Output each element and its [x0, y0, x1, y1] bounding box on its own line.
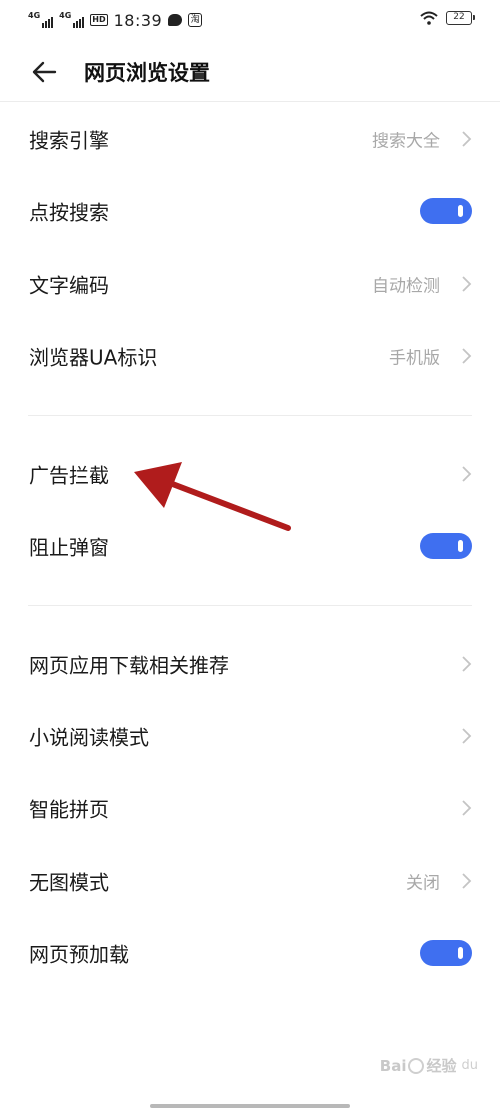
setting-label: 阻止弹窗 — [29, 535, 109, 560]
chevron-right-icon — [462, 800, 472, 816]
signal-icon: 4G — [59, 11, 85, 28]
hd-icon: HD — [90, 14, 108, 26]
tap-search-toggle[interactable] — [420, 198, 472, 224]
signal-icon: 4G — [28, 11, 54, 28]
setting-value: 搜索大全 — [372, 131, 440, 152]
chevron-right-icon — [462, 131, 472, 147]
page-title: 网页浏览设置 — [84, 61, 210, 85]
section-divider — [28, 415, 472, 416]
paw-icon — [408, 1057, 425, 1074]
setting-label: 搜索引擎 — [29, 128, 109, 153]
setting-smart-page[interactable]: 智能拼页 — [0, 772, 500, 844]
setting-search-engine[interactable]: 搜索引擎 搜索大全 — [0, 103, 500, 175]
setting-label: 小说阅读模式 — [29, 725, 149, 750]
setting-text-encoding[interactable]: 文字编码 自动检测 — [0, 248, 500, 320]
network-type-label: 4G — [28, 11, 41, 20]
watermark-brand: Bai — [379, 1056, 407, 1075]
setting-label: 点按搜索 — [29, 200, 109, 225]
setting-label: 广告拦截 — [29, 463, 109, 488]
home-indicator[interactable] — [150, 1104, 350, 1108]
setting-block-popups: 阻止弹窗 — [0, 510, 500, 582]
watermark-brand-end: 经验 — [426, 1057, 457, 1075]
setting-browser-ua[interactable]: 浏览器UA标识 手机版 — [0, 320, 500, 392]
setting-ad-block[interactable]: 广告拦截 — [0, 438, 500, 510]
chevron-right-icon — [462, 348, 472, 364]
setting-label: 网页预加载 — [29, 942, 129, 967]
chevron-right-icon — [462, 873, 472, 889]
setting-value: 关闭 — [406, 873, 440, 894]
page-header: 网页浏览设置 — [0, 46, 500, 98]
setting-preload: 网页预加载 — [0, 917, 500, 989]
setting-label: 文字编码 — [29, 273, 109, 298]
setting-value: 自动检测 — [372, 276, 440, 297]
toggle-knob — [458, 540, 463, 552]
toggle-knob — [458, 205, 463, 217]
wifi-icon — [420, 11, 438, 25]
chevron-right-icon — [462, 728, 472, 744]
setting-web-app-recommend[interactable]: 网页应用下载相关推荐 — [0, 628, 500, 700]
setting-tap-search: 点按搜索 — [0, 175, 500, 247]
back-arrow-icon[interactable] — [30, 58, 58, 86]
setting-novel-mode[interactable]: 小说阅读模式 — [0, 700, 500, 772]
section-divider — [28, 605, 472, 606]
chevron-right-icon — [462, 656, 472, 672]
status-bar: 4G 4G HD 18:39 淘 22 — [0, 0, 500, 40]
block-popups-toggle[interactable] — [420, 533, 472, 559]
watermark-sub: du — [461, 1058, 479, 1073]
setting-label: 无图模式 — [29, 870, 109, 895]
status-bar-right: 22 — [420, 11, 475, 25]
network-type-label: 4G — [59, 11, 72, 20]
status-time: 18:39 — [113, 10, 163, 30]
setting-label: 智能拼页 — [29, 797, 109, 822]
toggle-knob — [458, 947, 463, 959]
setting-value: 手机版 — [389, 348, 440, 369]
preload-toggle[interactable] — [420, 940, 472, 966]
status-bar-left: 4G 4G HD 18:39 淘 — [28, 10, 203, 30]
chevron-right-icon — [462, 466, 472, 482]
setting-label: 网页应用下载相关推荐 — [29, 653, 229, 678]
header-divider — [0, 101, 500, 102]
chevron-right-icon — [462, 276, 472, 292]
baidu-watermark: Bai 经验 du — [380, 1055, 478, 1076]
setting-no-image-mode[interactable]: 无图模式 关闭 — [0, 845, 500, 917]
battery-icon: 22 — [446, 11, 475, 25]
chat-bubble-icon — [168, 14, 183, 26]
setting-label: 浏览器UA标识 — [29, 345, 158, 370]
app-notification-icon: 淘 — [188, 13, 203, 27]
